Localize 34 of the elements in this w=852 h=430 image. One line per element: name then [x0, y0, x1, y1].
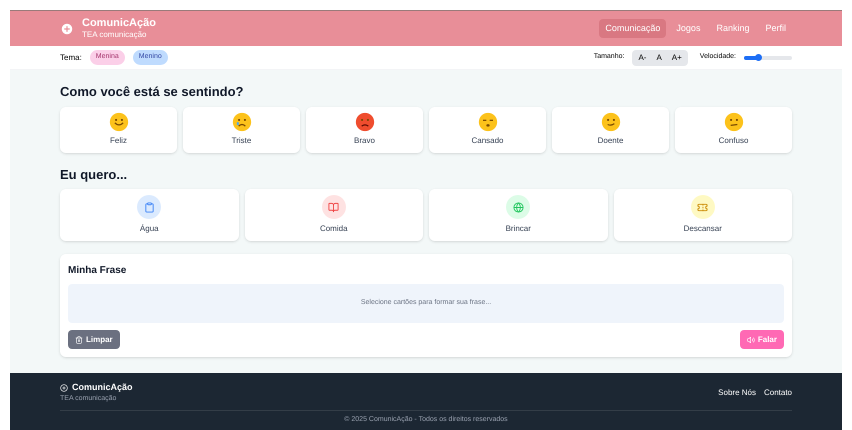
want-card[interactable]: Brincar	[429, 189, 608, 241]
emoji-face-icon	[478, 112, 498, 132]
theme-label: Tema:	[60, 52, 82, 64]
section-title: Eu quero...	[60, 166, 128, 184]
phrase-title: Minha Frase	[68, 264, 128, 278]
emoji-face-icon	[600, 112, 620, 132]
footer-link[interactable]: Contato	[764, 387, 792, 399]
clear-button[interactable]: Limpar	[68, 330, 120, 349]
emoji-face-icon	[724, 112, 744, 132]
logo-icon	[60, 22, 74, 36]
speed-slider[interactable]	[744, 54, 792, 62]
want-card[interactable]: Água	[60, 189, 238, 241]
font-size-button[interactable]: A	[652, 52, 666, 64]
font-size-button[interactable]: A+	[668, 52, 686, 64]
emoji-face-icon	[108, 112, 128, 132]
feeling-card[interactable]: Feliz	[60, 106, 177, 152]
app-subtitle: TEA comunicação	[82, 30, 148, 40]
emoji-face-icon	[232, 112, 252, 132]
font-size-button[interactable]: A-	[634, 52, 650, 64]
want-card[interactable]: Comida	[244, 189, 423, 241]
feeling-card[interactable]: Doente	[552, 106, 669, 152]
section-title: Como você está se sentindo?	[60, 83, 244, 101]
speaker-icon	[746, 336, 755, 344]
footer-link[interactable]: Sobre Nós	[718, 387, 756, 399]
app-title: ComunicAção	[82, 16, 156, 30]
emoji-face-icon	[354, 112, 374, 132]
feeling-card[interactable]: Confuso	[675, 106, 792, 152]
trash-icon	[75, 336, 83, 344]
feeling-card[interactable]: Bravo	[306, 106, 423, 152]
want-card[interactable]: Descansar	[614, 189, 792, 241]
logo-icon	[60, 384, 68, 392]
feeling-card[interactable]: Cansado	[429, 106, 546, 152]
footer-title: ComunicAção	[72, 382, 133, 394]
feeling-card[interactable]: Triste	[183, 106, 300, 152]
